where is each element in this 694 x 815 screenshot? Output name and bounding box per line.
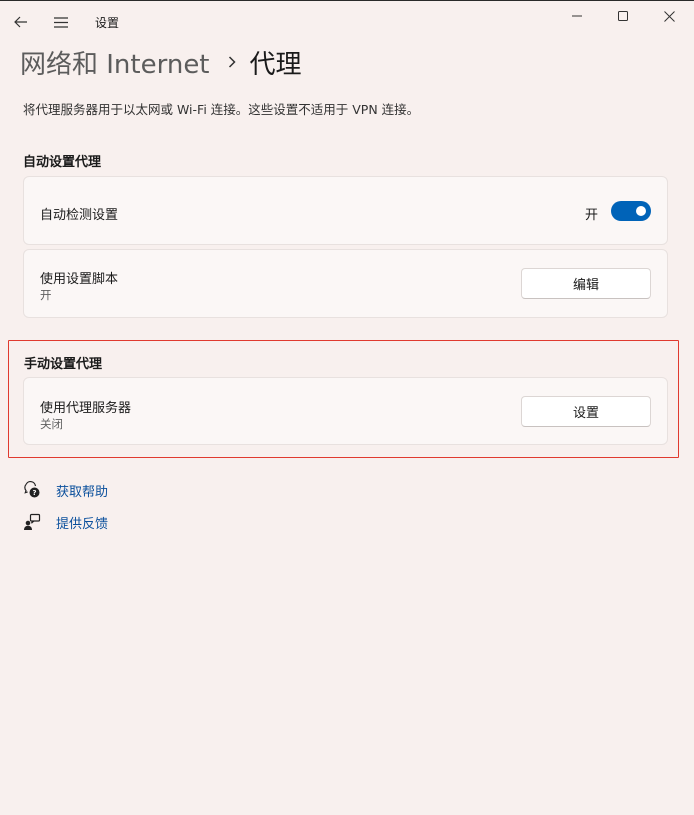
auto-detect-label: 自动检测设置: [40, 208, 119, 223]
proxy-server-label: 使用代理服务器: [40, 401, 132, 416]
close-icon: [663, 10, 675, 22]
edit-script-button[interactable]: 编辑: [521, 268, 651, 299]
maximize-button[interactable]: [600, 1, 646, 31]
help-chat-icon: ?: [22, 480, 42, 500]
back-button[interactable]: [10, 11, 32, 33]
chevron-right-icon: [228, 56, 236, 68]
page-description: 将代理服务器用于以太网或 Wi-Fi 连接。这些设置不适用于 VPN 连接。: [23, 102, 420, 117]
auto-detect-settings-card: 自动检测设置 开: [23, 176, 668, 245]
minimize-icon: [572, 15, 582, 17]
toggle-state-label: 开: [585, 208, 599, 223]
back-arrow-icon: [14, 16, 27, 28]
proxy-setup-button[interactable]: 设置: [521, 396, 651, 427]
breadcrumb-parent-link[interactable]: 网络和 Internet: [20, 44, 210, 81]
minimize-button[interactable]: [554, 1, 600, 31]
feedback-icon: [22, 512, 42, 532]
get-help-link[interactable]: ? 获取帮助: [22, 480, 108, 500]
proxy-server-status: 关闭: [40, 417, 63, 431]
close-button[interactable]: [646, 1, 692, 31]
auto-detect-toggle[interactable]: [611, 201, 651, 221]
window-title: 设置: [95, 16, 120, 30]
title-bar: 设置: [0, 0, 694, 44]
maximize-icon: [618, 11, 628, 21]
hamburger-icon: [54, 16, 68, 28]
setup-script-label: 使用设置脚本: [40, 272, 119, 287]
breadcrumb: 网络和 Internet 代理: [20, 42, 302, 82]
page-title: 代理: [249, 49, 302, 80]
setup-script-status: 开: [40, 288, 52, 302]
get-help-text: 获取帮助: [56, 484, 109, 500]
section-title-manual-proxy: 手动设置代理: [24, 357, 103, 372]
proxy-server-card: 使用代理服务器 关闭 设置: [23, 377, 668, 445]
svg-text:?: ?: [32, 489, 36, 497]
toggle-knob: [636, 206, 646, 216]
setup-script-card: 使用设置脚本 开 编辑: [23, 249, 668, 318]
navigation-menu-button[interactable]: [50, 11, 72, 33]
give-feedback-text: 提供反馈: [56, 516, 109, 532]
give-feedback-link[interactable]: 提供反馈: [22, 512, 108, 532]
section-title-auto-proxy: 自动设置代理: [23, 155, 102, 170]
